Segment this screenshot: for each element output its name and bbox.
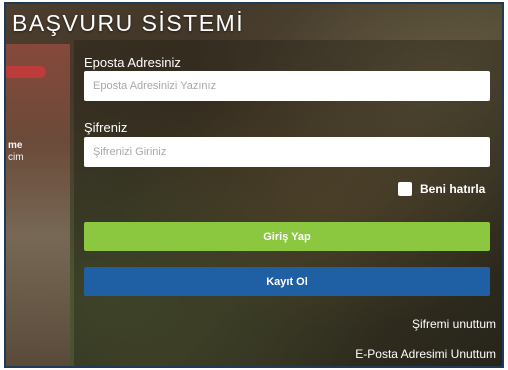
register-button[interactable]: Kayıt Ol — [84, 267, 490, 296]
side-banner-text: me cim — [8, 140, 24, 164]
remember-me[interactable]: Beni hatırla — [398, 182, 485, 196]
forgot-password-link[interactable]: Şifremi unuttum — [412, 317, 496, 331]
page-title: BAŞVURU SİSTEMİ — [12, 10, 245, 36]
password-field[interactable] — [84, 137, 490, 167]
remember-checkbox[interactable] — [398, 182, 412, 196]
email-field[interactable] — [84, 71, 490, 101]
side-banner: me cim — [6, 44, 70, 366]
side-text-line1: me — [8, 140, 23, 151]
password-label: Şifreniz — [84, 120, 128, 135]
side-badge — [6, 66, 46, 78]
remember-label: Beni hatırla — [420, 182, 486, 196]
login-button[interactable]: Giriş Yap — [84, 222, 490, 251]
forgot-email-link[interactable]: E-Posta Adresimi Unuttum — [355, 347, 496, 361]
email-label: Eposta Adresiniz — [84, 55, 181, 70]
side-text-line2: cim — [8, 152, 24, 163]
